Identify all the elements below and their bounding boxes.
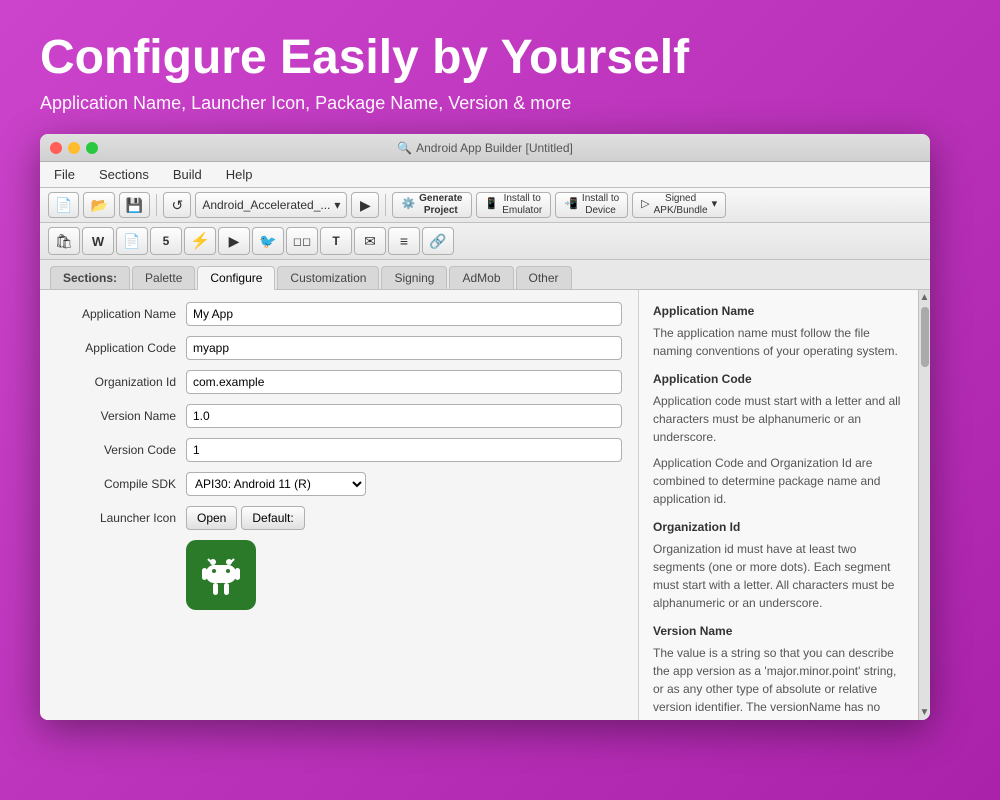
- launcher-icon-label: Launcher Icon: [56, 511, 186, 525]
- version-code-label: Version Code: [56, 443, 186, 457]
- app-name-label: Application Name: [56, 307, 186, 321]
- tab-customization[interactable]: Customization: [277, 266, 379, 289]
- org-id-row: Organization Id: [56, 370, 622, 394]
- menu-sections[interactable]: Sections: [95, 165, 153, 184]
- help-app-name-title: Application Name: [653, 302, 904, 320]
- help-panel: Application Name The application name mu…: [638, 290, 918, 720]
- launcher-icon-preview: [186, 540, 256, 610]
- toolbar: 📄 📂 💾 ↺ Android_Accelerated_... ▾ ▶ ⚙️ G…: [40, 188, 930, 223]
- window-title: 🔍 Android App Builder [Untitled]: [397, 141, 573, 155]
- email-icon-button[interactable]: ✉: [354, 227, 386, 255]
- emulator-label: Install toEmulator: [502, 193, 542, 217]
- html5-icon-button[interactable]: 5: [150, 227, 182, 255]
- generate-project-button[interactable]: ⚙️ GenerateProject: [392, 192, 471, 218]
- org-id-input[interactable]: [186, 370, 622, 394]
- chevron-down-icon: ▾: [334, 198, 340, 212]
- menu-build[interactable]: Build: [169, 165, 206, 184]
- doc-icon-button[interactable]: 📄: [116, 227, 148, 255]
- scrollbar-up-arrow[interactable]: ▲: [920, 292, 930, 303]
- app-code-input[interactable]: [186, 336, 622, 360]
- open-file-button[interactable]: 📂: [83, 192, 114, 218]
- tab-sections[interactable]: Sections:: [50, 266, 130, 289]
- scrollbar-track: ▲ ▼: [918, 290, 930, 720]
- tab-configure[interactable]: Configure: [197, 266, 275, 290]
- link-icon-button[interactable]: 🔗: [422, 227, 454, 255]
- emulator-icon: 📱: [485, 198, 499, 211]
- app-code-row: Application Code: [56, 336, 622, 360]
- help-app-code-text: Application code must start with a lette…: [653, 392, 904, 446]
- tumblr-icon-button[interactable]: T: [320, 227, 352, 255]
- signed-apk-button[interactable]: ▷ SignedAPK/Bundle ▾: [632, 192, 726, 218]
- tab-admob[interactable]: AdMob: [449, 266, 513, 289]
- toolbar-separator-1: [156, 194, 157, 216]
- tab-other[interactable]: Other: [516, 266, 572, 289]
- hero-title: Configure Easily by Yourself: [40, 30, 689, 85]
- form-panel: Application Name Application Code Organi…: [40, 290, 638, 720]
- minimize-button[interactable]: [68, 142, 80, 154]
- signed-label: SignedAPK/Bundle: [654, 193, 708, 217]
- traffic-lights: [50, 142, 98, 154]
- wordpress-icon-button[interactable]: W: [82, 227, 114, 255]
- device-icon: 📲: [564, 198, 578, 211]
- help-app-code-extra: Application Code and Organization Id are…: [653, 454, 904, 508]
- rss-icon-button[interactable]: ≡: [388, 227, 420, 255]
- help-app-name-text: The application name must follow the fil…: [653, 324, 904, 360]
- menu-file[interactable]: File: [50, 165, 79, 184]
- shop-icon-button[interactable]: 🛍: [48, 227, 80, 255]
- maximize-button[interactable]: [86, 142, 98, 154]
- play-button[interactable]: ▶: [351, 192, 379, 218]
- generate-label: GenerateProject: [419, 193, 462, 217]
- new-file-button[interactable]: 📄: [48, 192, 79, 218]
- twitter-icon-button[interactable]: 🐦: [252, 227, 284, 255]
- hero-subtitle: Application Name, Launcher Icon, Package…: [40, 93, 571, 114]
- tabs-bar: Sections: Palette Configure Customizatio…: [40, 260, 930, 290]
- tab-signing[interactable]: Signing: [381, 266, 447, 289]
- menubar: File Sections Build Help: [40, 162, 930, 188]
- compile-sdk-row: Compile SDK API30: Android 11 (R) API29:…: [56, 472, 622, 496]
- app-name-row: Application Name: [56, 302, 622, 326]
- titlebar: 🔍 Android App Builder [Untitled]: [40, 134, 930, 162]
- help-org-id-text: Organization id must have at least two s…: [653, 540, 904, 612]
- search-icon: 🔍: [397, 141, 412, 155]
- gear-icon: ⚙️: [401, 198, 415, 211]
- app-name-input[interactable]: [186, 302, 622, 326]
- lightning-icon-button[interactable]: ⚡: [184, 227, 216, 255]
- app-window: 🔍 Android App Builder [Untitled] File Se…: [40, 134, 930, 720]
- play-store-icon: ▷: [641, 198, 649, 211]
- help-app-code-title: Application Code: [653, 370, 904, 388]
- open-icon-button[interactable]: Open: [186, 506, 237, 530]
- save-file-button[interactable]: 💾: [119, 192, 150, 218]
- version-name-input[interactable]: [186, 404, 622, 428]
- app-code-label: Application Code: [56, 341, 186, 355]
- install-device-button[interactable]: 📲 Install toDevice: [555, 192, 628, 218]
- content-area: Application Name Application Code Organi…: [40, 290, 930, 720]
- compile-sdk-label: Compile SDK: [56, 477, 186, 491]
- scrollbar-thumb[interactable]: [921, 307, 929, 367]
- close-button[interactable]: [50, 142, 62, 154]
- iconbar: 🛍 W 📄 5 ⚡ ▶ 🐦 ◻◻ T ✉ ≡ 🔗: [40, 223, 930, 260]
- scrollbar-down-arrow[interactable]: ▼: [920, 707, 930, 718]
- dropdown-arrow-icon: ▾: [712, 198, 718, 211]
- help-version-name-text: The value is a string so that you can de…: [653, 644, 904, 720]
- video-icon-button[interactable]: ▶: [218, 227, 250, 255]
- version-name-label: Version Name: [56, 409, 186, 423]
- flickr-icon-button[interactable]: ◻◻: [286, 227, 318, 255]
- default-icon-button[interactable]: Default:: [241, 506, 304, 530]
- android-robot-icon: [196, 550, 246, 600]
- tab-palette[interactable]: Palette: [132, 266, 195, 289]
- compile-sdk-select[interactable]: API30: Android 11 (R) API29: Android 10 …: [186, 472, 366, 496]
- help-org-id-title: Organization Id: [653, 518, 904, 536]
- org-id-label: Organization Id: [56, 375, 186, 389]
- project-selector-dropdown[interactable]: Android_Accelerated_... ▾: [195, 192, 347, 218]
- refresh-button[interactable]: ↺: [163, 192, 191, 218]
- menu-help[interactable]: Help: [222, 165, 257, 184]
- version-code-row: Version Code: [56, 438, 622, 462]
- toolbar-separator-2: [385, 194, 386, 216]
- version-name-row: Version Name: [56, 404, 622, 428]
- install-emulator-button[interactable]: 📱 Install toEmulator: [476, 192, 552, 218]
- launcher-icon-row: Launcher Icon Open Default:: [56, 506, 622, 530]
- help-version-name-title: Version Name: [653, 622, 904, 640]
- version-code-input[interactable]: [186, 438, 622, 462]
- device-label: Install toDevice: [582, 193, 619, 217]
